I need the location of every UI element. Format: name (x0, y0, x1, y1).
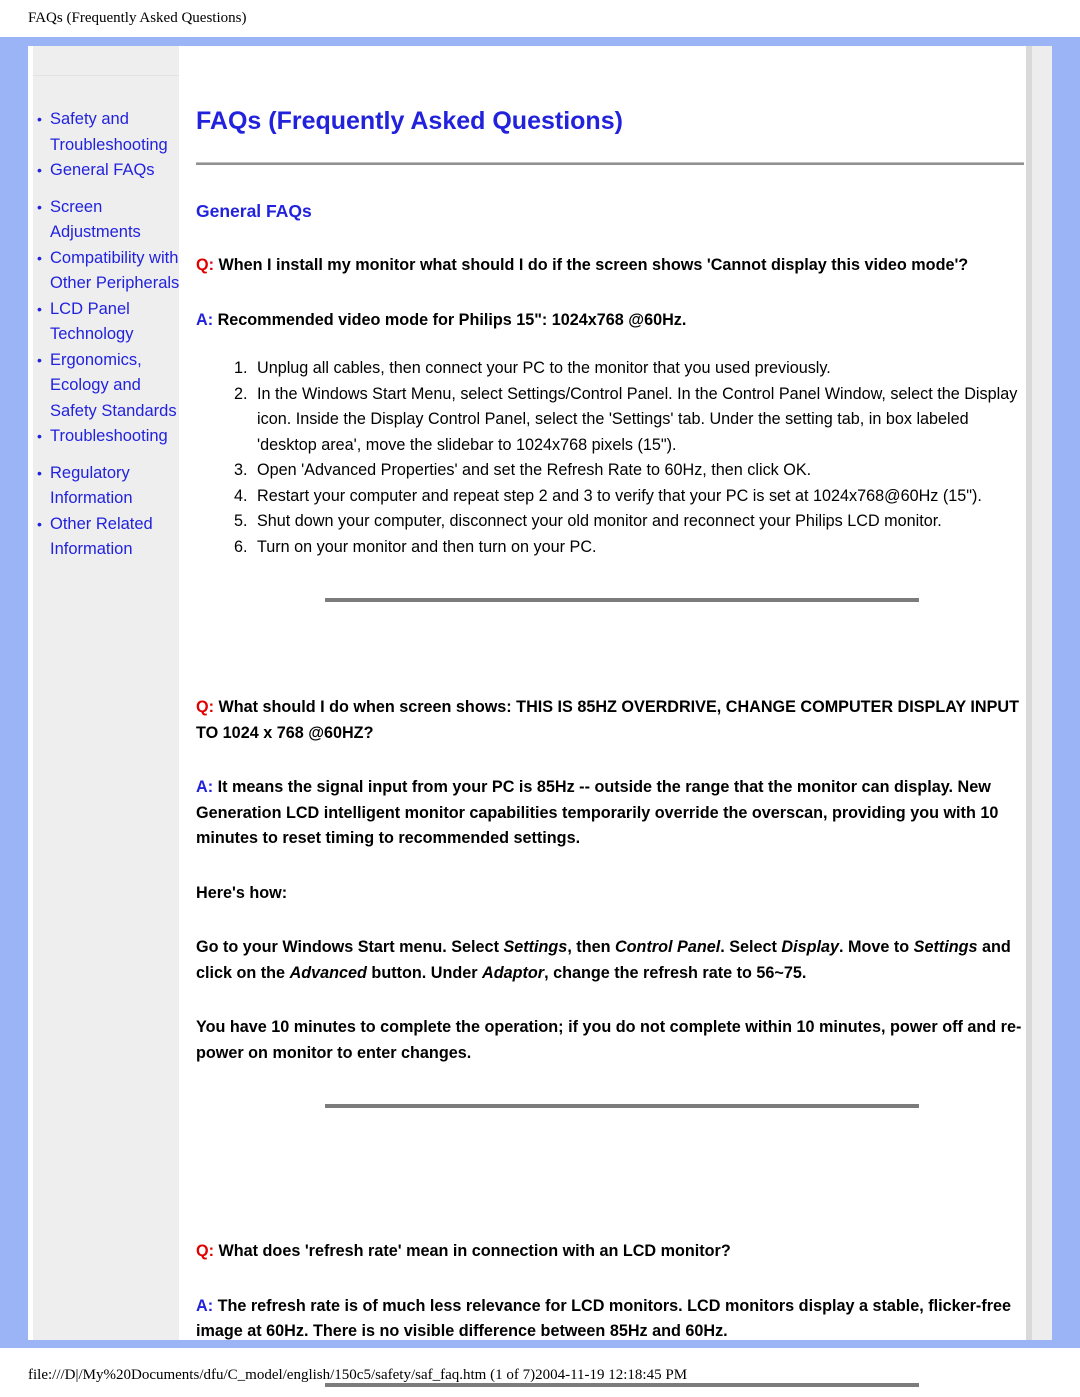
faq-item-3: Q: What does 'refresh rate' mean in conn… (196, 1239, 1024, 1345)
faq-steps-list: Unplug all cables, then connect your PC … (196, 356, 1024, 560)
sidebar-item-compatibility-with-other-peripherals[interactable]: Compatibility with Other Peripherals (37, 246, 181, 297)
sidebar-divider (33, 75, 179, 76)
instruction-text: , then (567, 938, 615, 956)
faq-step-item: Restart your computer and repeat step 2 … (252, 484, 1024, 510)
print-page-header: FAQs (Frequently Asked Questions) (28, 10, 247, 26)
sidebar-item-other-related-information[interactable]: Other Related Information (37, 512, 181, 563)
emphasized-term: Settings (913, 938, 978, 956)
faq-step-item: Turn on your monitor and then turn on yo… (252, 535, 1024, 561)
question-marker: Q: (196, 256, 214, 274)
emphasized-term: Settings (503, 938, 568, 956)
sidebar-nav-list: Safety and TroubleshootingGeneral FAQs Sc… (37, 107, 181, 563)
answer-marker: A: (196, 1296, 214, 1315)
emphasized-term: Display (781, 938, 839, 956)
instruction-text: . Move to (839, 938, 914, 956)
faq-item-2: Q: What should I do when screen shows: T… (196, 695, 1024, 1066)
answer-text: Recommended video mode for Philips 15": … (217, 310, 687, 329)
instruction-paragraph: Go to your Windows Start menu. Select Se… (196, 935, 1024, 986)
faq-answer-2: A: It means the signal input from your P… (196, 775, 1024, 852)
question-text: When I install my monitor what should I … (218, 256, 969, 274)
answer-marker: A: (196, 778, 214, 796)
instruction-text: Go to your Windows Start menu. Select (196, 938, 504, 956)
section-title-general-faqs: General FAQs (196, 201, 312, 221)
instruction-text: . Select (720, 938, 782, 956)
faq-answer-1: A: Recommended video mode for Philips 15… (196, 308, 1024, 334)
faq-item-1: Q: When I install my monitor what should… (196, 253, 1024, 560)
title-divider (196, 162, 1024, 165)
faq-step-item: Open 'Advanced Properties' and set the R… (252, 458, 1024, 484)
vertical-scrollbar[interactable] (1026, 46, 1052, 1340)
sidebar-item-safety-and-troubleshooting[interactable]: Safety and Troubleshooting (37, 107, 181, 158)
instruction-text: button. Under (366, 963, 483, 982)
closing-paragraph: You have 10 minutes to complete the oper… (196, 1018, 1022, 1062)
faq-question-1: Q: When I install my monitor what should… (196, 253, 1024, 279)
emphasized-term: Adaptor (482, 963, 545, 982)
sidebar-item-general-faqs[interactable]: General FAQs (37, 158, 181, 184)
answer-marker: A: (196, 310, 214, 329)
print-page-footer: file:///D|/My%20Documents/dfu/C_model/en… (28, 1367, 688, 1383)
faq-question-3: Q: What does 'refresh rate' mean in conn… (196, 1239, 1024, 1265)
emphasized-term: Advanced (289, 963, 367, 982)
sidebar-item-lcd-panel-technology[interactable]: LCD Panel Technology (37, 297, 181, 348)
emphasized-term: Control Panel (614, 938, 721, 956)
question-text: What does 'refresh rate' mean in connect… (218, 1242, 731, 1260)
question-marker: Q: (196, 698, 214, 716)
question-marker: Q: (196, 1242, 214, 1260)
faq-question-2: Q: What should I do when screen shows: T… (196, 695, 1024, 746)
sidebar-item-ergonomics-ecology-and-safety-standards[interactable]: Ergonomics, Ecology and Safety Standards (37, 348, 181, 425)
sidebar-spacer (37, 184, 181, 195)
heres-how-label: Here's how: (196, 883, 288, 902)
faq-step-item: Shut down your computer, disconnect your… (252, 509, 1024, 535)
sidebar-item-regulatory-information[interactable]: Regulatory Information (37, 461, 181, 512)
faq-step-item: In the Windows Start Menu, select Settin… (252, 382, 1024, 459)
answer-text: The refresh rate is of much less relevan… (196, 1296, 1012, 1341)
question-text: What should I do when screen shows: THIS… (196, 698, 1019, 742)
instruction-text: , change the refresh rate to 56~75. (544, 963, 807, 982)
faq-answer-3: A: The refresh rate is of much less rele… (196, 1294, 1024, 1345)
faq-step-item: Unplug all cables, then connect your PC … (252, 356, 1024, 382)
answer-text: It means the signal input from your PC i… (196, 778, 999, 847)
sidebar-spacer (37, 450, 181, 461)
sidebar-item-troubleshooting[interactable]: Troubleshooting (37, 424, 181, 450)
sidebar-item-screen-adjustments[interactable]: Screen Adjustments (37, 195, 181, 246)
page-title: FAQs (Frequently Asked Questions) (196, 107, 623, 135)
main-content: FAQs (Frequently Asked Questions) Genera… (196, 46, 1024, 1387)
